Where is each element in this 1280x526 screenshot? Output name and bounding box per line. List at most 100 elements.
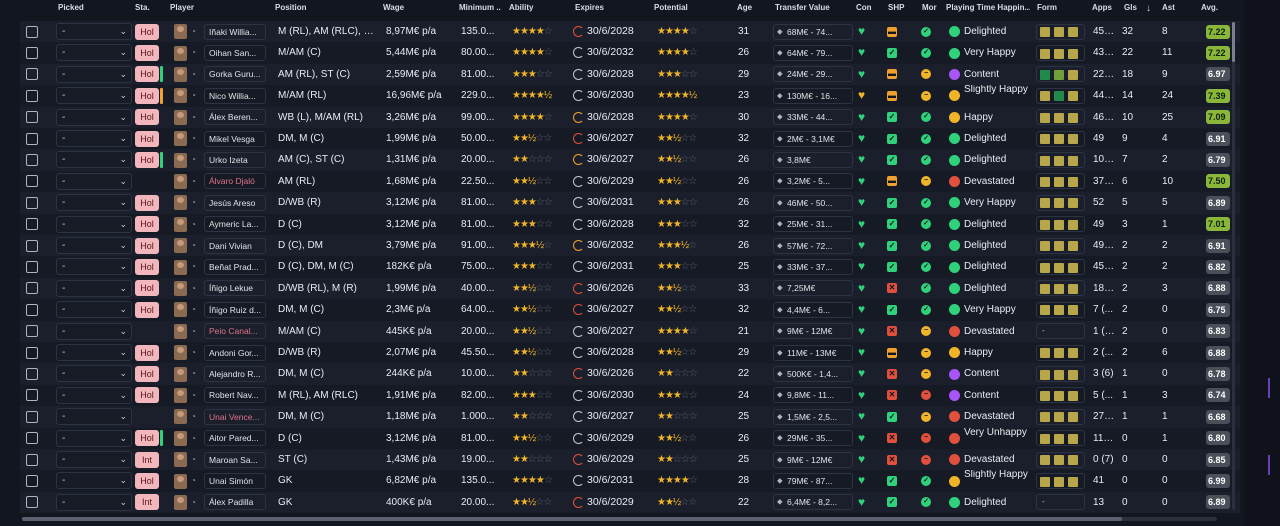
row-checkbox[interactable] <box>26 46 38 59</box>
header-wage[interactable]: Wage <box>383 3 423 12</box>
row-checkbox[interactable] <box>26 132 38 145</box>
row-checkbox[interactable] <box>26 346 38 359</box>
transfer-value-button[interactable]: 57M€ - 72... <box>773 237 853 254</box>
table-row[interactable]: - ⌄ ◔ Álvaro Djaló AM (RL) 1,68M€ p/a 22.50...… <box>20 170 1240 193</box>
header-con[interactable]: Con <box>856 3 876 12</box>
row-checkbox[interactable] <box>26 153 38 166</box>
table-row[interactable]: - ⌄ Hol ◔ Andoni Gor... D/WB (R) 2,07M€ p/a 45.… <box>20 342 1240 364</box>
player-name-link[interactable]: Dani Vivian <box>204 237 266 254</box>
picked-dropdown[interactable]: - ⌄ <box>56 451 132 468</box>
picked-dropdown[interactable]: - ⌄ <box>56 87 132 105</box>
table-row[interactable]: - ⌄ ◔ Peio Canal... M/AM (C) 445K€ p/a 20.00..… <box>20 320 1240 342</box>
player-info-icon[interactable]: ◔ <box>191 214 200 235</box>
table-row[interactable]: - ⌄ Hol ◔ Álex Beren... WB (L), M/AM (RL) 3,26… <box>20 106 1240 128</box>
transfer-value-button[interactable]: 11M€ - 13M€ <box>773 344 853 361</box>
player-name-link[interactable]: Beñat Prad... <box>204 259 266 276</box>
player-info-icon[interactable]: ◔ <box>191 321 200 342</box>
row-checkbox[interactable] <box>26 303 38 316</box>
header-minimum[interactable]: Minimum ... <box>459 3 501 12</box>
picked-dropdown[interactable]: - ⌄ <box>56 472 132 490</box>
player-name-link[interactable]: Maroan Sa... <box>204 451 266 468</box>
picked-dropdown[interactable]: - ⌄ <box>56 365 132 383</box>
table-row[interactable]: - ⌄ ◔ Unai Vence... DM, M (C) 1,18M€ p/a 1.000… <box>20 406 1240 428</box>
table-row[interactable]: - ⌄ Hol ◔ Iñaki Willia... M (RL), AM (RLC), S… <box>20 21 1240 43</box>
row-checkbox[interactable] <box>26 474 38 487</box>
player-info-icon[interactable]: ◔ <box>191 449 200 470</box>
player-name-link[interactable]: Andoni Gor... <box>204 344 266 361</box>
status-badge[interactable]: Hol <box>135 280 159 297</box>
row-checkbox[interactable] <box>26 432 38 445</box>
player-name-link[interactable]: Unai Simón <box>204 473 266 490</box>
row-checkbox[interactable] <box>26 218 38 231</box>
row-checkbox[interactable] <box>26 282 38 295</box>
transfer-value-button[interactable]: 68M€ - 74... <box>773 23 853 40</box>
picked-dropdown[interactable]: - ⌄ <box>56 493 132 511</box>
transfer-value-button[interactable]: 2M€ - 3,1M€ <box>773 130 853 147</box>
table-row[interactable]: - ⌄ Hol ◔ Beñat Prad... D (C), DM, M (C) 182K€… <box>20 256 1240 278</box>
table-row[interactable]: - ⌄ Hol ◔ Jesús Areso D/WB (R) 3,12M€ p/a 81.00… <box>20 192 1240 214</box>
row-checkbox[interactable] <box>26 89 38 102</box>
row-checkbox[interactable] <box>26 453 38 466</box>
transfer-value-button[interactable]: 7,25M€ <box>773 280 853 297</box>
player-name-link[interactable]: Robert Nav... <box>204 387 266 404</box>
sort-descending-icon[interactable]: ↓ <box>1146 3 1151 14</box>
row-checkbox[interactable] <box>26 196 38 209</box>
picked-dropdown[interactable]: - ⌄ <box>56 172 132 190</box>
header-gls[interactable]: Gls <box>1124 3 1144 12</box>
picked-dropdown[interactable]: - ⌄ <box>56 108 132 126</box>
picked-dropdown[interactable]: - ⌄ <box>56 65 132 83</box>
picked-dropdown[interactable]: - ⌄ <box>56 429 132 447</box>
transfer-value-button[interactable]: 24M€ - 29... <box>773 66 853 83</box>
picked-dropdown[interactable]: - ⌄ <box>56 130 132 147</box>
player-info-icon[interactable]: ◔ <box>191 385 200 406</box>
player-name-link[interactable]: Gorka Guru... <box>204 66 266 83</box>
picked-dropdown[interactable]: - ⌄ <box>56 301 132 319</box>
row-checkbox[interactable] <box>26 325 38 338</box>
status-badge[interactable]: Hol <box>135 152 159 169</box>
player-name-link[interactable]: Alejandro R... <box>204 366 266 383</box>
vertical-scrollbar-track[interactable] <box>1232 22 1235 510</box>
header-avg[interactable]: Avg. <box>1201 3 1229 12</box>
header-mor[interactable]: Mor <box>922 3 942 12</box>
picked-dropdown[interactable]: - ⌄ <box>56 386 132 404</box>
status-badge[interactable]: Hol <box>135 237 159 254</box>
transfer-value-button[interactable]: 9M€ - 12M€ <box>773 451 853 468</box>
table-row[interactable]: - ⌄ Hol ◔ Unai Simón GK 6,82M€ p/a 135.0... ★★★★… <box>20 470 1240 492</box>
row-checkbox[interactable] <box>26 111 38 124</box>
table-row[interactable]: - ⌄ Hol ◔ Aymeric La... D (C) 3,12M€ p/a 81.00.… <box>20 213 1240 235</box>
transfer-value-button[interactable]: 79M€ - 87... <box>773 473 853 490</box>
header-shp[interactable]: SHP <box>888 3 908 12</box>
player-name-link[interactable]: Íñigo Ruiz d... <box>204 301 266 318</box>
player-info-icon[interactable]: ◔ <box>191 64 200 85</box>
player-info-icon[interactable]: ◔ <box>191 406 200 427</box>
status-badge[interactable]: Hol <box>135 216 159 233</box>
player-info-icon[interactable]: ◔ <box>191 278 200 299</box>
table-row[interactable]: - ⌄ Hol ◔ Íñigo Lekue D/WB (RL), M (R) 1,99M€ … <box>20 277 1240 300</box>
picked-dropdown[interactable]: - ⌄ <box>56 344 132 361</box>
player-name-link[interactable]: Jesús Areso <box>204 194 266 211</box>
transfer-value-button[interactable]: 46M€ - 50... <box>773 194 853 211</box>
header-player[interactable]: Player <box>170 3 210 12</box>
picked-dropdown[interactable]: - ⌄ <box>56 151 132 169</box>
picked-dropdown[interactable]: - ⌄ <box>56 44 132 62</box>
player-name-link[interactable]: Álex Padilla <box>204 494 266 511</box>
player-info-icon[interactable]: ◔ <box>191 470 200 491</box>
transfer-value-button[interactable]: 33M€ - 37... <box>773 259 853 276</box>
table-row[interactable]: - ⌄ Hol ◔ Dani Vivian D (C), DM 3,79M€ p/a 91.0… <box>20 235 1240 257</box>
player-name-link[interactable]: Nico Willia... <box>204 87 266 104</box>
player-info-icon[interactable]: ◔ <box>191 21 200 42</box>
status-badge[interactable]: Hol <box>135 344 159 361</box>
row-checkbox[interactable] <box>26 25 38 38</box>
status-badge[interactable]: Hol <box>135 194 159 211</box>
header-age[interactable]: Age <box>737 3 757 12</box>
picked-dropdown[interactable]: - ⌄ <box>56 279 132 297</box>
table-row[interactable]: - ⌄ Hol ◔ Gorka Guru... AM (RL), ST (C) 2,59M€… <box>20 63 1240 86</box>
table-row[interactable]: - ⌄ Hol ◔ Nico Willia... M/AM (RL) 16,96M€ p/a… <box>20 85 1240 107</box>
status-badge[interactable]: Hol <box>135 430 159 447</box>
transfer-value-button[interactable]: 9,8M€ - 11... <box>773 387 853 404</box>
player-name-link[interactable]: Aymeric La... <box>204 216 266 233</box>
player-info-icon[interactable]: ◔ <box>191 128 200 149</box>
table-row[interactable]: - ⌄ Int ◔ Maroan Sa... ST (C) 1,43M€ p/a 19.00.… <box>20 449 1240 471</box>
table-row[interactable]: - ⌄ Hol ◔ Mikel Vesga DM, M (C) 1,99M€ p/a 50.0… <box>20 128 1240 150</box>
status-badge[interactable]: Int <box>135 451 159 468</box>
